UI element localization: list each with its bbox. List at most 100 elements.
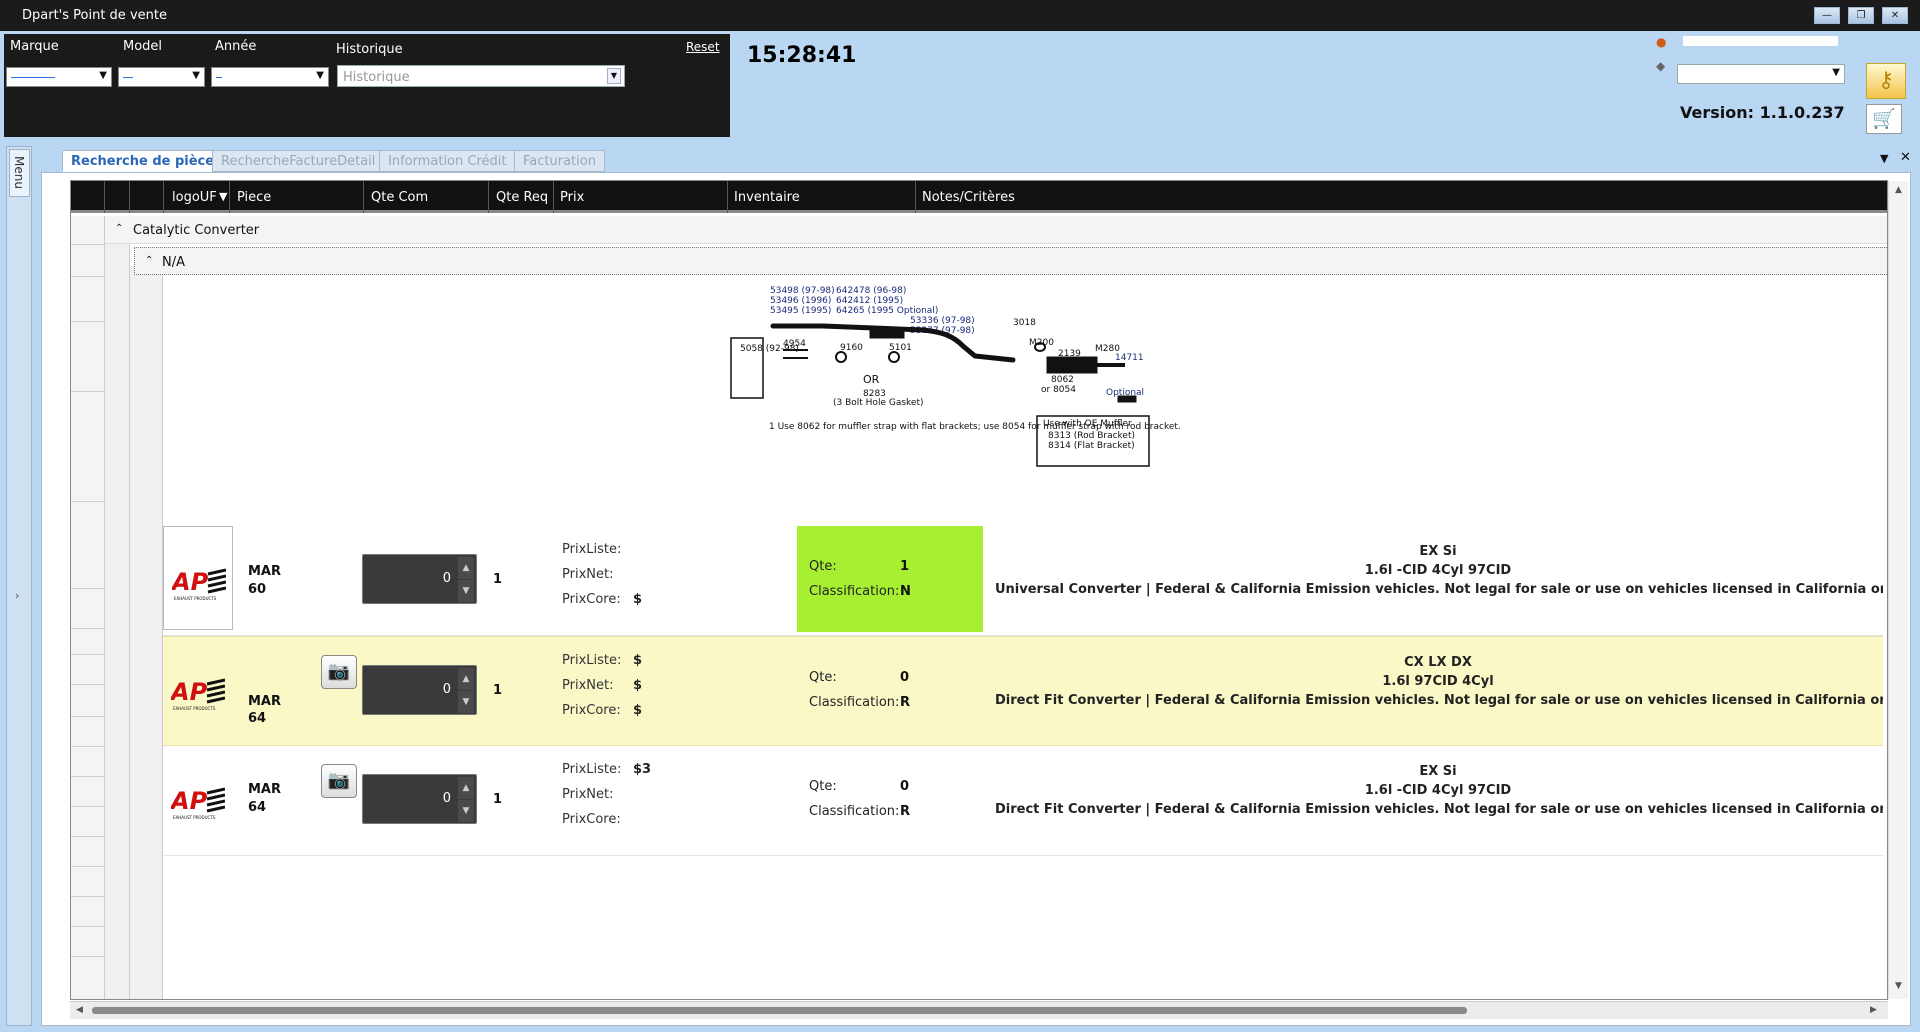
col-qte-req[interactable]: Qte Req: [496, 190, 548, 205]
prix-core-value: $: [633, 703, 643, 718]
svg-text:AP: AP: [172, 568, 209, 596]
horizontal-scrollbar[interactable]: ◀ ▶: [70, 1001, 1888, 1019]
restore-button[interactable]: ❐: [1848, 7, 1874, 24]
diagram-label: 8314 (Flat Bracket): [1048, 441, 1135, 451]
version-label: Version: 1.1.0.237: [1680, 103, 1845, 122]
quantity-value[interactable]: 0: [443, 791, 451, 806]
group-row-catalytic-converter[interactable]: ⌃ Catalytic Converter: [105, 216, 1887, 244]
classification-value: R: [900, 804, 911, 819]
chevron-down-icon[interactable]: ▼: [607, 68, 621, 84]
decrement-icon[interactable]: ▼: [458, 800, 474, 822]
close-tab-icon[interactable]: ✕: [1900, 150, 1911, 165]
notes-description: Direct Fit Converter | Federal & Califor…: [995, 802, 1883, 817]
annee-label: Année: [215, 39, 257, 54]
prix-liste-value: $: [633, 653, 643, 668]
table-row[interactable]: AP EXHAUST PRODUCTS MAR 64 📷 0 ▲ ▼ 1 Pri…: [163, 746, 1883, 856]
prix-liste-label: PrixListe:: [562, 653, 622, 668]
chevron-up-icon[interactable]: ⌃: [145, 255, 153, 266]
subgroup-indent: [130, 266, 163, 999]
model-select[interactable]: ▼: [118, 67, 205, 87]
col-qte-com[interactable]: Qte Com: [371, 190, 428, 205]
camera-button[interactable]: 📷: [321, 764, 357, 798]
cart-button[interactable]: 🛒: [1866, 104, 1902, 134]
ap-exhaust-logo: AP EXHAUST PRODUCTS: [172, 568, 226, 601]
store-icon: ◆: [1656, 59, 1666, 73]
prix-liste-label: PrixListe:: [562, 542, 622, 557]
brand-logo-box: AP EXHAUST PRODUCTS: [163, 526, 233, 630]
col-logouf[interactable]: logoUF: [172, 190, 217, 205]
svg-text:EXHAUST PRODUCTS: EXHAUST PRODUCTS: [173, 706, 216, 711]
parts-grid: logoUF ▼ Piece Qte Com Qte Req Prix Inve…: [70, 180, 1888, 1000]
tab-recherche-pieces[interactable]: Recherche de pièces: [62, 150, 231, 172]
reset-link[interactable]: Reset: [686, 40, 720, 54]
svg-text:EXHAUST PRODUCTS: EXHAUST PRODUCTS: [174, 596, 217, 601]
tab-recherche-facture-detail[interactable]: RechercheFactureDetail: [212, 150, 385, 172]
diagram-label: 3018: [1013, 318, 1036, 328]
increment-icon[interactable]: ▲: [458, 777, 474, 799]
increment-icon[interactable]: ▲: [458, 557, 474, 579]
scroll-up-icon[interactable]: ▲: [1895, 185, 1902, 195]
menu-rail: Menu ›: [6, 146, 32, 1026]
svg-text:EXHAUST PRODUCTS: EXHAUST PRODUCTS: [173, 815, 216, 820]
filter-icon[interactable]: ▼: [219, 190, 227, 203]
notes-trim: CX LX DX: [1404, 655, 1472, 670]
quantity-value[interactable]: 0: [443, 571, 451, 586]
classification-value: R: [900, 695, 911, 710]
col-notes[interactable]: Notes/Critères: [922, 190, 1015, 205]
minimize-icon: —: [1822, 10, 1832, 21]
col-inventaire[interactable]: Inventaire: [734, 190, 800, 205]
group-row-na[interactable]: ⌃ N/A: [134, 247, 1887, 275]
chevron-up-icon[interactable]: ⌃: [115, 223, 123, 234]
part-number: 64: [248, 800, 267, 815]
grid-header: logoUF ▼ Piece Qte Com Qte Req Prix Inve…: [71, 181, 1887, 213]
notes-engine: 1.6l 97CID 4Cyl: [1382, 674, 1494, 689]
part-brand: MAR: [248, 564, 282, 579]
decrement-icon[interactable]: ▼: [458, 691, 474, 713]
scroll-down-icon[interactable]: ▼: [1895, 981, 1902, 991]
annee-select[interactable]: ▼: [211, 67, 329, 87]
login-key-button[interactable]: ⚷: [1866, 63, 1906, 99]
ap-exhaust-logo: AP EXHAUST PRODUCTS: [171, 787, 225, 820]
decrement-icon[interactable]: ▼: [458, 580, 474, 602]
quantity-stepper[interactable]: 0 ▲ ▼: [362, 665, 477, 715]
quantity-value[interactable]: 0: [443, 682, 451, 697]
col-piece[interactable]: Piece: [237, 190, 271, 205]
horizontal-scroll-thumb[interactable]: [92, 1007, 1467, 1014]
table-row[interactable]: AP EXHAUST PRODUCTS MAR 64 📷 0 ▲ ▼ 1 Pri…: [163, 636, 1883, 746]
qte-req: 1: [493, 572, 503, 587]
historique-select[interactable]: Historique ▼: [337, 65, 625, 87]
scroll-right-icon[interactable]: ▶: [1870, 1005, 1877, 1015]
annee-value: [216, 77, 222, 78]
title-bar: Dpart's Point de vente — ❐ ✕: [0, 0, 1920, 31]
classification-label: Classification:: [809, 804, 900, 819]
increment-icon[interactable]: ▲: [458, 668, 474, 690]
ap-exhaust-logo: AP EXHAUST PRODUCTS: [171, 678, 225, 711]
user-name: [1683, 36, 1838, 46]
vertical-scrollbar[interactable]: ▲ ▼: [1888, 181, 1908, 999]
diagram-label: 64265 (1995 Optional): [836, 306, 938, 316]
historique-placeholder: Historique: [343, 70, 410, 85]
cart-icon: 🛒: [1872, 108, 1896, 130]
expand-menu-icon[interactable]: ›: [15, 589, 19, 602]
tab-information-credit[interactable]: Information Crédit: [379, 150, 516, 172]
scroll-left-icon[interactable]: ◀: [76, 1005, 83, 1015]
store-select[interactable]: ▼: [1677, 64, 1845, 84]
diagram-label: 53495 (1995): [770, 306, 831, 316]
camera-button[interactable]: 📷: [321, 655, 357, 689]
close-window-button[interactable]: ✕: [1882, 7, 1908, 24]
exhaust-diagram: 53498 (97-98) 53496 (1996) 53495 (1995) …: [163, 278, 1883, 523]
col-prix[interactable]: Prix: [560, 190, 584, 205]
quantity-stepper[interactable]: 0 ▲ ▼: [362, 554, 477, 604]
tab-facturation[interactable]: Facturation: [514, 150, 605, 172]
part-number: 60: [248, 582, 267, 597]
table-row[interactable]: AP EXHAUST PRODUCTS MAR 60 0 ▲ ▼ 1 PrixL…: [163, 526, 1883, 636]
prix-net-label: PrixNet:: [562, 678, 614, 693]
tab-options-icon[interactable]: ▼: [1880, 152, 1888, 165]
diagram-label: 14711: [1115, 353, 1144, 363]
marque-select[interactable]: ▼: [6, 67, 112, 87]
menu-tab[interactable]: Menu: [9, 149, 30, 197]
chevron-down-icon: ▼: [99, 70, 107, 81]
notes-engine: 1.6l -CID 4Cyl 97CID: [1364, 783, 1512, 798]
quantity-stepper[interactable]: 0 ▲ ▼: [362, 774, 477, 824]
minimize-button[interactable]: —: [1814, 7, 1840, 24]
